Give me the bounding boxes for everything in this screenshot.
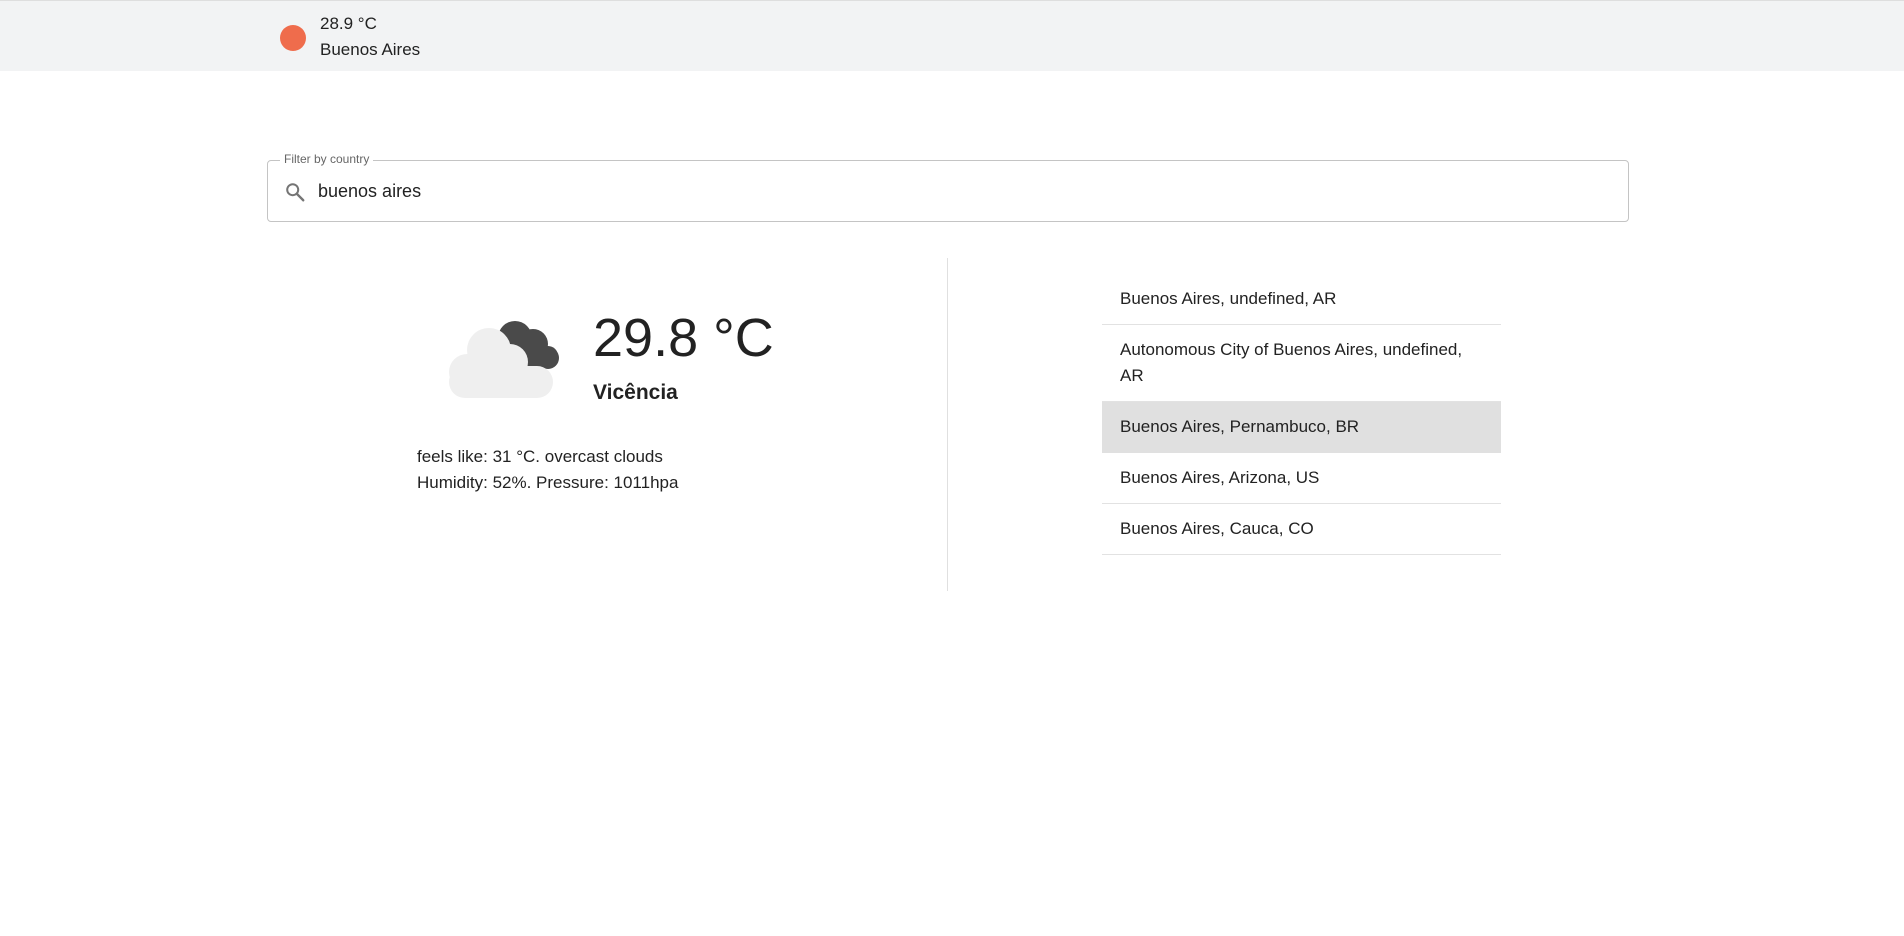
weather-details: feels like: 31 °C. overcast clouds Humid…	[417, 444, 678, 496]
header-temperature: 28.9 °C	[320, 14, 377, 33]
cloud-icon	[440, 310, 570, 400]
header-city: Buenos Aires	[320, 40, 421, 59]
column-divider	[947, 258, 948, 591]
search-input[interactable]	[318, 176, 1598, 206]
temperature-indicator-dot	[280, 25, 306, 51]
search-icon	[284, 181, 306, 203]
humidity-pressure-text: Humidity: 52%. Pressure: 1011hpa	[417, 473, 679, 492]
result-item-selected[interactable]: Buenos Aires, Pernambuco, BR	[1102, 402, 1501, 453]
top-bar: 28.9 °C Buenos Aires	[0, 0, 1904, 71]
result-item[interactable]: Autonomous City of Buenos Aires, undefin…	[1102, 325, 1501, 402]
result-item[interactable]: Buenos Aires, Cauca, CO	[1102, 504, 1501, 555]
result-item[interactable]: Buenos Aires, Arizona, US	[1102, 453, 1501, 504]
feels-like-text: feels like: 31 °C. overcast clouds	[417, 447, 663, 466]
current-temperature: 29.8 °C	[593, 308, 774, 368]
current-city: Vicência	[593, 381, 678, 404]
filter-label: Filter by country	[280, 152, 374, 166]
search-results-list: Buenos Aires, undefined, AR Autonomous C…	[1102, 274, 1501, 555]
filter-by-country-field[interactable]: Filter by country	[267, 152, 1629, 222]
result-item[interactable]: Buenos Aires, undefined, AR	[1102, 274, 1501, 325]
